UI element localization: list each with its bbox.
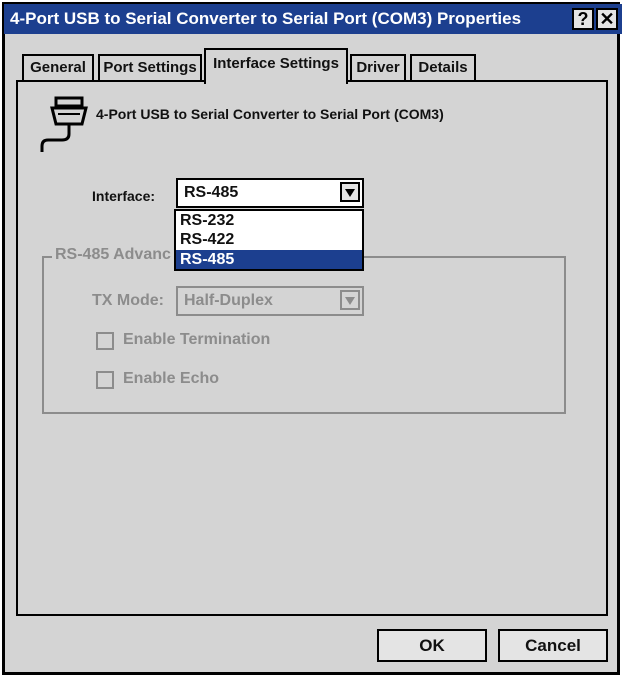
tx-mode-label: TX Mode: [92, 292, 164, 309]
tab-driver[interactable]: Driver [350, 54, 406, 82]
tx-mode-select-value: Half-Duplex [184, 292, 273, 309]
cancel-button[interactable]: Cancel [498, 629, 608, 662]
rs485-advanced-group [42, 256, 566, 414]
enable-termination-checkbox[interactable] [96, 332, 114, 350]
rs485-advanced-group-label: RS-485 Advanc [52, 246, 174, 264]
enable-echo-checkbox[interactable] [96, 371, 114, 389]
tab-general[interactable]: General [22, 54, 94, 82]
help-button[interactable]: ? [572, 8, 594, 30]
device-name: 4-Port USB to Serial Converter to Serial… [96, 106, 444, 122]
interface-label: Interface: [92, 188, 156, 204]
tx-mode-select[interactable]: Half-Duplex [176, 286, 364, 316]
enable-termination-label: Enable Termination [123, 331, 271, 348]
enable-echo-label: Enable Echo [123, 370, 220, 387]
tab-port-settings[interactable]: Port Settings [98, 54, 202, 82]
tab-interface-settings[interactable]: Interface Settings [204, 48, 348, 84]
chevron-down-icon[interactable] [340, 290, 360, 310]
ok-button[interactable]: OK [377, 629, 487, 662]
option-rs-232[interactable]: RS-232 [176, 211, 362, 230]
window-title: 4-Port USB to Serial Converter to Serial… [10, 9, 522, 28]
title-bar[interactable]: 4-Port USB to Serial Converter to Serial… [4, 4, 622, 34]
serial-port-icon [40, 96, 88, 152]
tab-details[interactable]: Details [410, 54, 476, 82]
option-rs-485[interactable]: RS-485 [176, 250, 362, 269]
option-rs-422[interactable]: RS-422 [176, 230, 362, 249]
close-button[interactable]: ✕ [596, 8, 618, 30]
interface-select[interactable]: RS-485 [176, 178, 364, 208]
interface-dropdown-list: RS-232 RS-422 RS-485 [174, 209, 364, 271]
chevron-down-icon[interactable] [340, 182, 360, 202]
interface-select-value: RS-485 [184, 184, 239, 201]
